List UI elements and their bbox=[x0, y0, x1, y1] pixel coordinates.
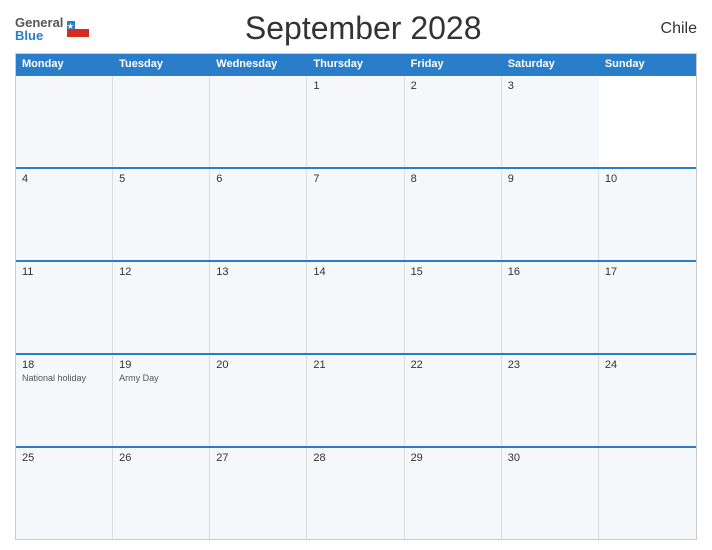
page-header: General Blue September 2028 Chile bbox=[15, 10, 697, 47]
day-number: 13 bbox=[216, 266, 300, 278]
day-number: 28 bbox=[313, 452, 397, 464]
cell-sep-19: 19 Army Day bbox=[113, 355, 210, 446]
header-friday: Friday bbox=[405, 54, 502, 74]
calendar-grid: Monday Tuesday Wednesday Thursday Friday… bbox=[15, 53, 697, 540]
week-1: 1 2 3 bbox=[16, 74, 696, 167]
day-number: 11 bbox=[22, 266, 106, 278]
day-number: 8 bbox=[411, 173, 495, 185]
week-5: 25 26 27 28 29 30 bbox=[16, 446, 696, 539]
day-number: 3 bbox=[508, 80, 593, 92]
week-2: 4 5 6 7 8 9 10 bbox=[16, 167, 696, 260]
cell-sep-5: 5 bbox=[113, 169, 210, 260]
cell-sep-28: 28 bbox=[307, 448, 404, 539]
cell-sep-6: 6 bbox=[210, 169, 307, 260]
header-tuesday: Tuesday bbox=[113, 54, 210, 74]
day-number: 12 bbox=[119, 266, 203, 278]
cell-sep-30: 30 bbox=[502, 448, 599, 539]
cell-sep-7: 7 bbox=[307, 169, 404, 260]
cell-sep-8: 8 bbox=[405, 169, 502, 260]
cell-sep-18: 18 National holiday bbox=[16, 355, 113, 446]
cell-sep-14: 14 bbox=[307, 262, 404, 353]
cell-sep-10: 10 bbox=[599, 169, 696, 260]
cell-empty-2 bbox=[113, 76, 210, 167]
day-number: 21 bbox=[313, 359, 397, 371]
cell-sep-21: 21 bbox=[307, 355, 404, 446]
cell-sep-20: 20 bbox=[210, 355, 307, 446]
cell-empty-3 bbox=[210, 76, 307, 167]
country-label: Chile bbox=[637, 20, 697, 38]
day-number: 26 bbox=[119, 452, 203, 464]
calendar-body: 1 2 3 4 5 6 bbox=[16, 74, 696, 539]
day-number: 5 bbox=[119, 173, 203, 185]
cell-sep-17: 17 bbox=[599, 262, 696, 353]
day-number: 14 bbox=[313, 266, 397, 278]
day-number: 19 bbox=[119, 359, 203, 371]
cell-sep-27: 27 bbox=[210, 448, 307, 539]
day-number: 2 bbox=[411, 80, 495, 92]
header-saturday: Saturday bbox=[502, 54, 599, 74]
logo-flag-icon bbox=[67, 21, 89, 37]
day-number: 15 bbox=[411, 266, 495, 278]
header-sunday: Sunday bbox=[599, 54, 696, 74]
day-number: 16 bbox=[508, 266, 592, 278]
week-3: 11 12 13 14 15 16 17 bbox=[16, 260, 696, 353]
day-number: 27 bbox=[216, 452, 300, 464]
cell-sep-4: 4 bbox=[16, 169, 113, 260]
cell-sep-29: 29 bbox=[405, 448, 502, 539]
day-number: 4 bbox=[22, 173, 106, 185]
logo: General Blue bbox=[15, 16, 89, 42]
day-number: 17 bbox=[605, 266, 690, 278]
header-wednesday: Wednesday bbox=[210, 54, 307, 74]
day-number: 1 bbox=[313, 80, 397, 92]
cell-sep-12: 12 bbox=[113, 262, 210, 353]
cell-sep-24: 24 bbox=[599, 355, 696, 446]
day-number: 24 bbox=[605, 359, 690, 371]
day-number: 22 bbox=[411, 359, 495, 371]
cell-sep-13: 13 bbox=[210, 262, 307, 353]
cell-sep-22: 22 bbox=[405, 355, 502, 446]
logo-general-text: General bbox=[15, 16, 63, 29]
cell-empty-1 bbox=[16, 76, 113, 167]
day-event: National holiday bbox=[22, 373, 106, 385]
day-number: 25 bbox=[22, 452, 106, 464]
cell-sep-9: 9 bbox=[502, 169, 599, 260]
day-number: 23 bbox=[508, 359, 592, 371]
cell-sep-25: 25 bbox=[16, 448, 113, 539]
week-4: 18 National holiday 19 Army Day 20 21 22 bbox=[16, 353, 696, 446]
cell-sep-23: 23 bbox=[502, 355, 599, 446]
day-number: 9 bbox=[508, 173, 592, 185]
header-thursday: Thursday bbox=[307, 54, 404, 74]
day-event: Army Day bbox=[119, 373, 203, 385]
cell-sep-16: 16 bbox=[502, 262, 599, 353]
logo-blue-text: Blue bbox=[15, 29, 63, 42]
day-number: 20 bbox=[216, 359, 300, 371]
cell-sep-2: 2 bbox=[405, 76, 502, 167]
day-number: 18 bbox=[22, 359, 106, 371]
day-number: 6 bbox=[216, 173, 300, 185]
cell-empty-end bbox=[599, 448, 696, 539]
day-number: 7 bbox=[313, 173, 397, 185]
cell-sep-15: 15 bbox=[405, 262, 502, 353]
calendar-header: Monday Tuesday Wednesday Thursday Friday… bbox=[16, 54, 696, 74]
header-monday: Monday bbox=[16, 54, 113, 74]
cell-sep-3: 3 bbox=[502, 76, 599, 167]
cell-sep-1: 1 bbox=[307, 76, 404, 167]
day-number: 30 bbox=[508, 452, 592, 464]
page-title: September 2028 bbox=[89, 10, 637, 47]
day-number: 29 bbox=[411, 452, 495, 464]
cell-sep-26: 26 bbox=[113, 448, 210, 539]
cell-sep-11: 11 bbox=[16, 262, 113, 353]
day-number: 10 bbox=[605, 173, 690, 185]
calendar-page: General Blue September 2028 Chile Monday… bbox=[0, 0, 712, 550]
